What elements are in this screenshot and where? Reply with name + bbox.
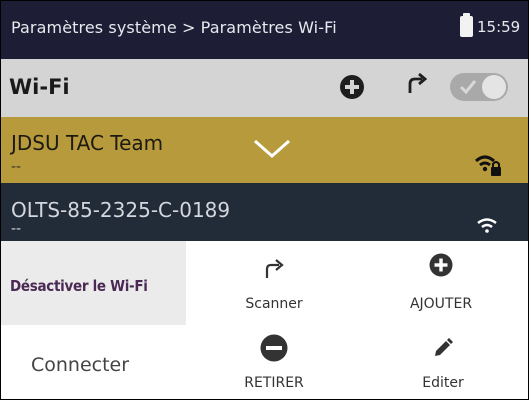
- add-circle-icon[interactable]: [429, 253, 453, 277]
- network-name: JDSU TAC Team: [11, 131, 164, 155]
- action-menu: Désactiver le Wi-Fi Connecter Scanner AJ…: [1, 241, 528, 399]
- check-icon: [459, 80, 477, 95]
- wifi-lock-icon: [475, 155, 501, 176]
- connect-button[interactable]: Connecter: [31, 354, 129, 376]
- network-status: --: [11, 221, 22, 237]
- remove-circle-icon[interactable]: [260, 334, 288, 362]
- network-name: OLTS-85-2325-C-0189: [11, 198, 231, 222]
- page-title: Wi-Fi: [9, 75, 70, 99]
- refresh-icon[interactable]: [403, 71, 429, 103]
- add-network-icon[interactable]: [340, 75, 364, 99]
- battery-icon: [460, 13, 473, 37]
- remove-button[interactable]: RETIRER: [244, 375, 304, 391]
- toggle-knob: [482, 75, 506, 99]
- status-bar: Paramètres système > Paramètres Wi-Fi 15…: [1, 1, 528, 59]
- clock: 15:59: [477, 18, 521, 36]
- disable-wifi-button[interactable]: Désactiver le Wi-Fi: [1, 241, 186, 325]
- wifi-icon: [477, 218, 497, 233]
- pencil-icon[interactable]: [432, 337, 454, 359]
- wifi-settings-screen: Paramètres système > Paramètres Wi-Fi 15…: [0, 0, 529, 400]
- breadcrumb: Paramètres système > Paramètres Wi-Fi: [11, 18, 337, 37]
- wifi-header: Wi-Fi: [1, 59, 528, 117]
- chevron-down-icon[interactable]: [253, 139, 291, 159]
- scan-button[interactable]: Scanner: [245, 296, 302, 312]
- edit-button[interactable]: Editer: [422, 375, 463, 391]
- refresh-icon[interactable]: [262, 257, 288, 281]
- wifi-toggle[interactable]: [450, 73, 508, 101]
- disable-wifi-label: Désactiver le Wi-Fi: [10, 277, 148, 295]
- network-item-selected[interactable]: JDSU TAC Team --: [1, 117, 528, 183]
- add-button[interactable]: AJOUTER: [410, 296, 472, 312]
- network-item[interactable]: OLTS-85-2325-C-0189 --: [1, 183, 528, 241]
- network-status: --: [11, 159, 22, 175]
